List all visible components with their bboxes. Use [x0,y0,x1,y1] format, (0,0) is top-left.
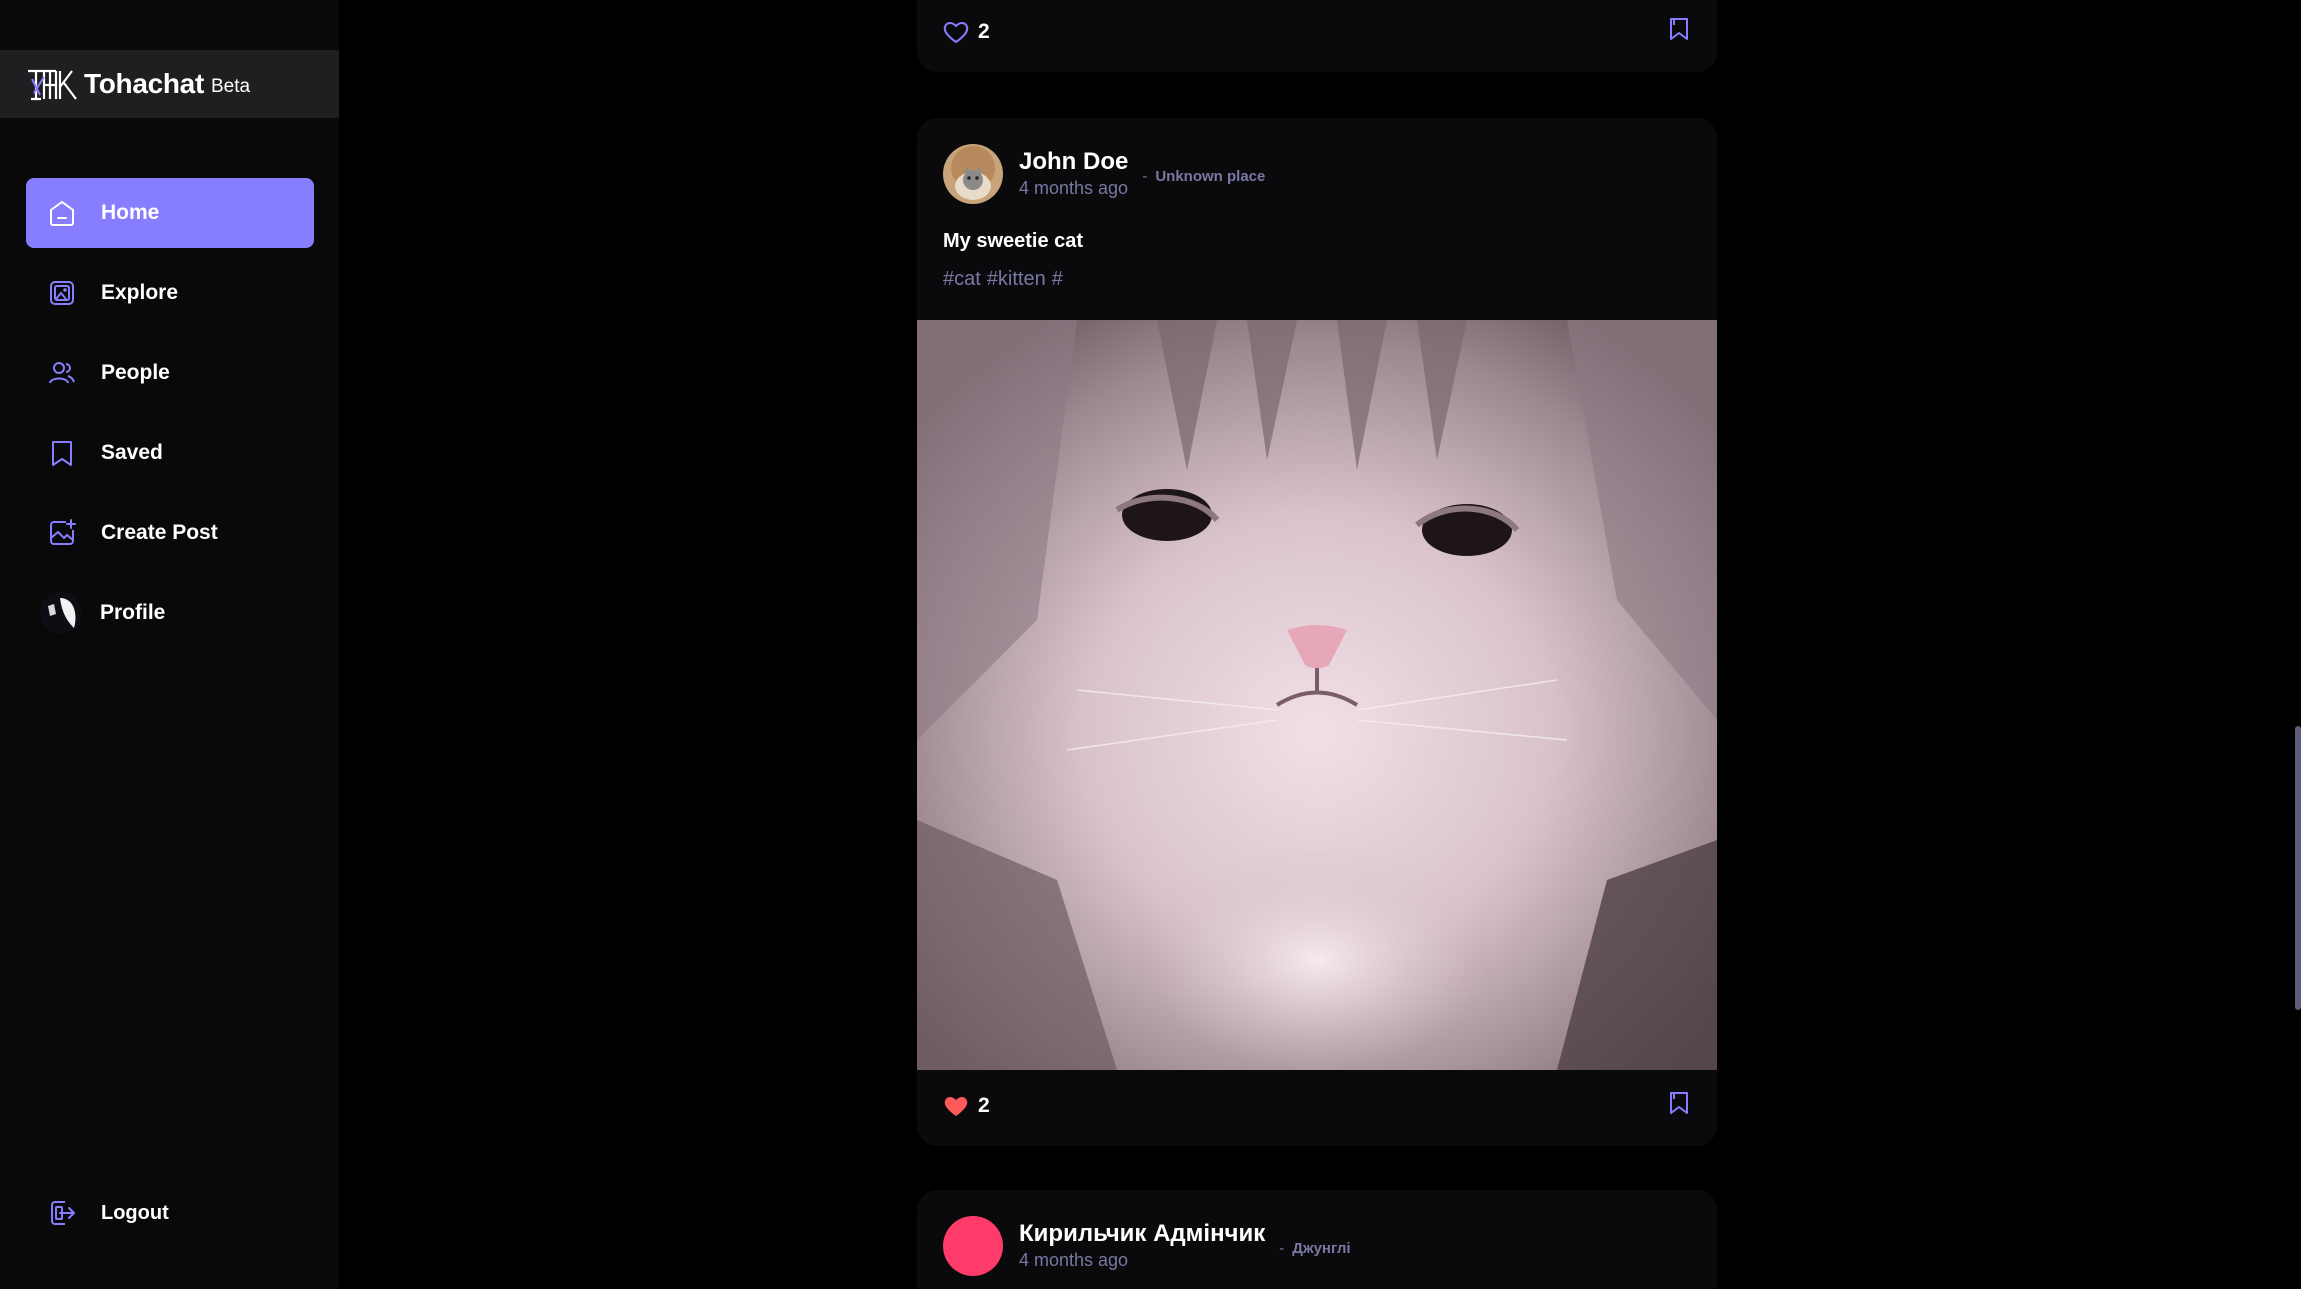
nav-item-people[interactable]: People [26,338,314,408]
tag[interactable]: #kitten [987,268,1046,290]
nav-item-profile[interactable]: Profile [26,578,314,648]
like-count: 2 [978,19,990,43]
nav-label-profile: Profile [100,601,166,624]
post-tags: #cat #kitten # [943,268,1069,291]
app-root: Tohachat Beta Home Explore People Saved … [0,0,2301,1289]
tag[interactable]: #cat [943,268,981,290]
save-button[interactable] [1666,1090,1692,1121]
logout-button[interactable]: Logout [26,1178,314,1248]
author-row: Кирильчик Адмінчик - Джунглі [1019,1220,1351,1257]
save-button[interactable] [1666,16,1692,47]
post-location: Джунглі [1292,1240,1351,1257]
page-scrollbar[interactable] [2295,726,2301,1010]
post-header: John Doe - Unknown place 4 months ago [943,144,1265,204]
nav-item-home[interactable]: Home [26,178,314,248]
heart-outline-icon [943,21,969,43]
left-sidebar: Tohachat Beta Home Explore People Saved … [0,0,339,1289]
author-info: Кирильчик Адмінчик - Джунглі 4 months ag… [1019,1216,1351,1271]
profile-avatar [40,592,82,634]
bookmark-icon [52,441,72,466]
people-icon [49,362,75,384]
post-location: Unknown place [1155,168,1266,185]
like-count: 2 [978,1093,990,1117]
logout-icon [51,1201,75,1225]
post-caption: My sweetie cat [943,230,1084,252]
beta-badge: Beta [210,76,251,97]
tohachat-logo-icon [28,69,77,101]
brand-name: Tohachat [84,68,204,99]
post-actions: 2 [942,16,1692,47]
author-avatar[interactable] [943,144,1003,204]
author-name[interactable]: John Doe [1019,148,1128,176]
like-button[interactable]: 2 [942,18,990,46]
post-header: Кирильчик Адмінчик - Джунглі 4 months ag… [943,1216,1351,1276]
author-name[interactable]: Кирильчик Адмінчик [1019,1220,1265,1248]
tag[interactable]: # [1052,268,1063,290]
bookmark-icon [1670,18,1688,40]
post-image[interactable] [917,320,1717,1070]
nav-label-explore: Explore [101,281,179,304]
nav-label-home: Home [101,201,160,224]
nav-item-explore[interactable]: Explore [26,258,314,328]
post-card: John Doe - Unknown place 4 months ago My… [917,118,1717,1146]
brand-header[interactable]: Tohachat Beta [0,50,339,118]
nav-item-create-post[interactable]: Create Post [26,498,314,568]
author-info: John Doe - Unknown place 4 months ago [1019,144,1265,199]
home-icon [50,200,74,226]
bookmark-icon [1670,1092,1688,1114]
author-row: John Doe - Unknown place [1019,148,1265,185]
post-card-next: Кирильчик Адмінчик - Джунглі 4 months ag… [917,1190,1717,1289]
gallery-icon [50,281,74,305]
nav-label-create-post: Create Post [101,521,218,544]
author-avatar[interactable] [943,1216,1003,1276]
logout-label: Logout [101,1201,169,1224]
nav-label-saved: Saved [101,441,163,464]
like-button[interactable]: 2 [942,1092,990,1120]
image-add-icon [50,519,76,545]
nav-item-saved[interactable]: Saved [26,418,314,488]
nav-label-people: People [101,361,170,384]
post-card-previous: 2 [917,0,1717,72]
heart-filled-icon [944,1096,968,1116]
main-nav: Home Explore People Saved Create Post Pr… [26,178,314,658]
place-separator: - [1279,1240,1285,1257]
place-separator: - [1142,168,1148,185]
post-actions: 2 [942,1090,1692,1121]
